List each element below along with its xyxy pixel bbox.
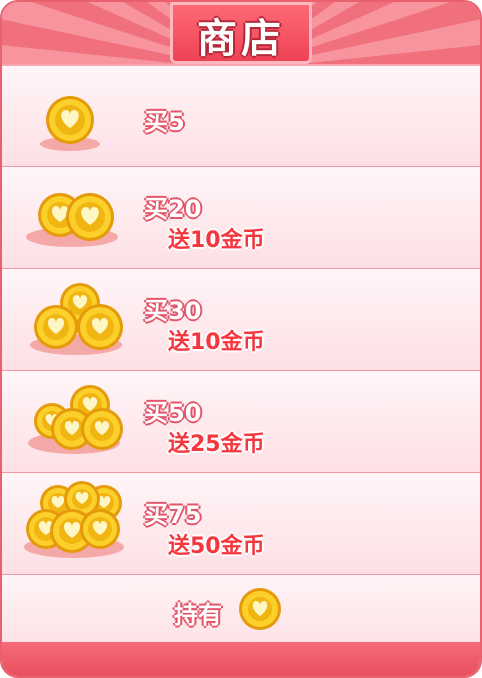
heart-coin-icon bbox=[239, 588, 281, 630]
buy-label: 买20 bbox=[144, 195, 202, 223]
shop-item-buy-5[interactable]: 买5 bbox=[2, 66, 480, 167]
bonus-label: 送50金币 bbox=[168, 534, 265, 559]
buy-label: 买30 bbox=[144, 297, 202, 325]
coin bbox=[46, 96, 94, 144]
coin-mountain-icon bbox=[24, 481, 124, 558]
shop-header: 商店 bbox=[2, 2, 480, 66]
title-plate: 商店 bbox=[170, 2, 312, 64]
shop-item-buy-20[interactable]: 买20 送10金币 bbox=[2, 167, 480, 269]
shop-item-list: 买5 买20 送10金币 买30 送10金币 买50 送25金币 买75 送50… bbox=[2, 66, 480, 643]
bonus-label: 送10金币 bbox=[168, 330, 265, 355]
coin-heap-icon bbox=[28, 385, 123, 454]
bonus-label: 送25金币 bbox=[168, 432, 265, 457]
shop-panel: 商店 买5 买20 送10金币 买30 送10金币 买50 送25金币 买75 … bbox=[0, 0, 482, 678]
holdings-label: 持有 bbox=[174, 601, 222, 629]
shop-item-buy-50[interactable]: 买50 送25金币 bbox=[2, 371, 480, 473]
shop-footer bbox=[2, 642, 480, 676]
buy-label: 买5 bbox=[144, 108, 185, 136]
holdings-row: 持有 bbox=[2, 575, 480, 643]
bonus-label: 送10金币 bbox=[168, 228, 265, 253]
coin-stack-icon bbox=[26, 193, 118, 247]
coin-pile-icon bbox=[30, 283, 123, 355]
single-coin-icon bbox=[40, 96, 100, 151]
buy-label: 买50 bbox=[144, 399, 202, 427]
shop-item-buy-30[interactable]: 买30 送10金币 bbox=[2, 269, 480, 371]
shop-item-buy-75[interactable]: 买75 送50金币 bbox=[2, 473, 480, 575]
shop-title: 商店 bbox=[197, 16, 285, 62]
buy-label: 买75 bbox=[144, 501, 202, 529]
